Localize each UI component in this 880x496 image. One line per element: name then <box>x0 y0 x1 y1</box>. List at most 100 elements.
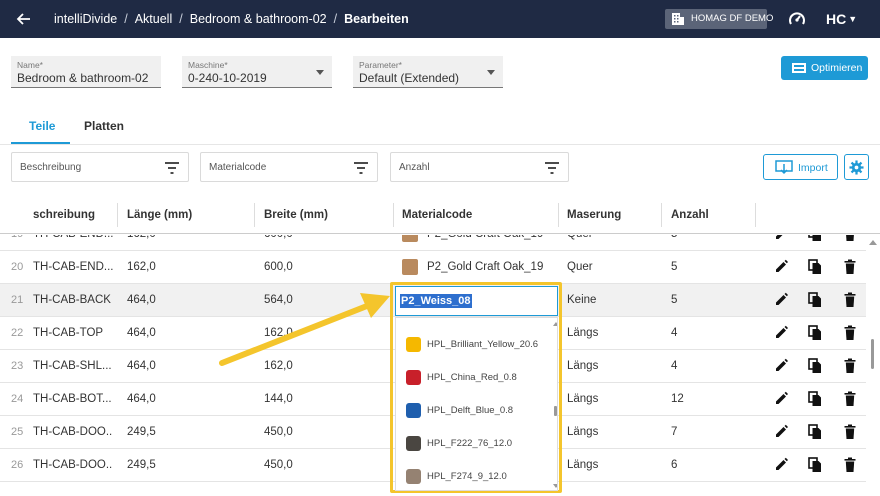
copy-icon[interactable] <box>808 424 822 440</box>
delete-icon[interactable] <box>843 292 857 308</box>
cell-description[interactable]: TH-CAB-BACK <box>33 294 113 306</box>
cell-grain[interactable]: Längs <box>567 360 598 372</box>
edit-icon[interactable] <box>774 292 788 308</box>
cell-width[interactable]: 162,0 <box>264 360 293 372</box>
copy-icon[interactable] <box>808 391 822 407</box>
dropdown-option[interactable]: HPL_Delft_Blue_0.8 <box>396 394 546 427</box>
table-row[interactable]: 19TH-CAB-END... 162,0 600,0 P2_Gold Craft O… <box>0 235 866 251</box>
filter-icon[interactable] <box>545 162 559 174</box>
import-button[interactable]: Import <box>763 154 838 180</box>
name-field[interactable]: Name* Bedroom & bathroom-02 <box>11 56 161 88</box>
cell-grain[interactable]: Quer <box>567 261 593 273</box>
cell-width[interactable]: 450,0 <box>264 426 293 438</box>
app-name[interactable]: intelliDivide <box>54 12 117 26</box>
tab-platten[interactable]: Platten <box>84 119 124 133</box>
dropdown-option[interactable]: HPL_China_Red_0.8 <box>396 361 546 394</box>
parameter-select[interactable]: Parameter* Default (Extended) <box>353 56 503 88</box>
cell-width[interactable]: 600,0 <box>264 235 293 240</box>
cell-materialcode[interactable]: P2_Gold Craft Oak_19 <box>427 261 543 273</box>
breadcrumb-item[interactable]: Bedroom & bathroom-02 <box>190 12 327 26</box>
cell-length[interactable]: 249,5 <box>127 459 156 471</box>
cell-count[interactable]: 4 <box>671 327 677 339</box>
cell-description[interactable]: TH-CAB-END... <box>33 235 113 240</box>
scrollbar-thumb[interactable] <box>871 339 874 369</box>
cell-count[interactable]: 7 <box>671 426 677 438</box>
cell-width[interactable]: 144,0 <box>264 393 293 405</box>
description-filter[interactable]: Beschreibung <box>11 152 189 182</box>
copy-icon[interactable] <box>808 259 822 275</box>
back-arrow-icon[interactable] <box>14 9 34 29</box>
delete-icon[interactable] <box>843 424 857 440</box>
settings-button[interactable] <box>844 154 869 180</box>
cell-count[interactable]: 4 <box>671 360 677 372</box>
cell-description[interactable]: TH-CAB-END... <box>33 261 113 273</box>
dropdown-option[interactable]: HPL_F222_76_12.0 <box>396 427 546 460</box>
cell-grain[interactable]: Längs <box>567 459 598 471</box>
breadcrumb-item[interactable]: Aktuell <box>135 12 173 26</box>
filter-icon[interactable] <box>165 162 179 174</box>
cell-count[interactable]: 5 <box>671 294 677 306</box>
column-header-description[interactable]: schreibung <box>33 209 95 221</box>
edit-icon[interactable] <box>774 259 788 275</box>
delete-icon[interactable] <box>843 391 857 407</box>
cell-width[interactable]: 600,0 <box>264 261 293 273</box>
delete-icon[interactable] <box>843 358 857 374</box>
column-header-width[interactable]: Breite (mm) <box>264 209 328 221</box>
materialcode-filter[interactable]: Materialcode <box>200 152 378 182</box>
cell-description[interactable]: TH-CAB-DOO... <box>33 459 113 471</box>
delete-icon[interactable] <box>843 259 857 275</box>
tenant-badge[interactable]: HOMAG DF DEMO <box>665 9 773 29</box>
cell-width[interactable]: 564,0 <box>264 294 293 306</box>
copy-icon[interactable] <box>808 457 822 473</box>
copy-icon[interactable] <box>808 325 822 341</box>
cell-grain[interactable]: Keine <box>567 294 596 306</box>
cell-grain[interactable]: Längs <box>567 327 598 339</box>
cell-materialcode[interactable]: P2_Gold Craft Oak_19 <box>427 235 543 240</box>
delete-icon[interactable] <box>843 235 857 242</box>
table-row[interactable]: 20 TH-CAB-END... 162,0 600,0 P2_Gold Craft O… <box>0 251 866 284</box>
scroll-down-icon[interactable] <box>553 484 557 488</box>
cell-grain[interactable]: Längs <box>567 426 598 438</box>
edit-icon[interactable] <box>774 457 788 473</box>
cell-length[interactable]: 162,0 <box>127 261 156 273</box>
dropdown-option[interactable]: HPL_Brilliant_Yellow_20.6 <box>396 328 546 361</box>
cell-description[interactable]: TH-CAB-SHL... <box>33 360 113 372</box>
scroll-up-icon[interactable] <box>553 322 557 326</box>
cell-count[interactable]: 5 <box>671 235 677 240</box>
cell-description[interactable]: TH-CAB-TOP <box>33 327 113 339</box>
cell-description[interactable]: TH-CAB-BOT... <box>33 393 113 405</box>
cell-length[interactable]: 464,0 <box>127 393 156 405</box>
column-header-count[interactable]: Anzahl <box>671 209 709 221</box>
cell-width[interactable]: 162,0 <box>264 327 293 339</box>
tab-teile[interactable]: Teile <box>29 119 55 133</box>
cell-length[interactable]: 162,0 <box>127 235 156 240</box>
cell-width[interactable]: 450,0 <box>264 459 293 471</box>
copy-icon[interactable] <box>808 235 822 242</box>
cell-length[interactable]: 464,0 <box>127 327 156 339</box>
cell-count[interactable]: 12 <box>671 393 684 405</box>
column-header-length[interactable]: Länge (mm) <box>127 209 192 221</box>
edit-icon[interactable] <box>774 391 788 407</box>
speedometer-icon[interactable] <box>788 10 806 28</box>
delete-icon[interactable] <box>843 457 857 473</box>
cell-grain[interactable]: Längs <box>567 393 598 405</box>
user-menu[interactable]: HC ▼ <box>826 11 857 27</box>
copy-icon[interactable] <box>808 358 822 374</box>
machine-select[interactable]: Maschine* 0-240-10-2019 <box>182 56 332 88</box>
cell-length[interactable]: 249,5 <box>127 426 156 438</box>
scrollbar-thumb[interactable] <box>554 406 557 416</box>
dropdown-option[interactable]: HPL_F274_9_12.0 <box>396 460 546 490</box>
edit-icon[interactable] <box>774 358 788 374</box>
optimize-button[interactable]: Optimieren <box>781 56 868 80</box>
edit-icon[interactable] <box>774 424 788 440</box>
cell-grain[interactable]: Quer <box>567 235 593 240</box>
materialcode-input[interactable]: P2_Weiss_08 <box>395 286 558 316</box>
scroll-up-icon[interactable] <box>869 240 877 245</box>
table-scrollbar[interactable] <box>866 235 880 496</box>
count-filter[interactable]: Anzahl <box>390 152 569 182</box>
cell-length[interactable]: 464,0 <box>127 360 156 372</box>
cell-count[interactable]: 6 <box>671 459 677 471</box>
column-header-materialcode[interactable]: Materialcode <box>402 209 472 221</box>
cell-count[interactable]: 5 <box>671 261 677 273</box>
column-header-grain[interactable]: Maserung <box>567 209 621 221</box>
